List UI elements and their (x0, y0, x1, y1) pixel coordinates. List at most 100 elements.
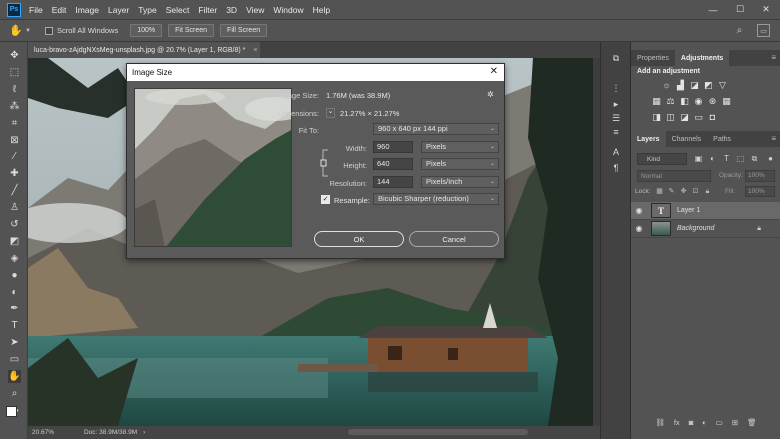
paragraph-panel-icon[interactable]: ¶ (610, 162, 622, 174)
pen-tool-icon[interactable]: ✒ (8, 302, 21, 315)
fill-input[interactable]: 100% (745, 186, 775, 197)
history-brush-tool-icon[interactable]: ↺ (8, 218, 21, 231)
new-layer-icon[interactable]: ⊞ (732, 418, 738, 427)
fill-screen-button[interactable]: Fill Screen (220, 24, 268, 37)
layer-kind-filter[interactable]: Kind (637, 153, 687, 165)
tool-preset-caret-icon[interactable]: ▼ (25, 28, 31, 34)
menu-window[interactable]: Window (273, 5, 303, 15)
character-panel-icon[interactable]: A (610, 146, 622, 158)
black-white-icon[interactable]: ◧ (679, 96, 690, 107)
horizontal-scrollbar[interactable] (348, 429, 528, 435)
new-group-icon[interactable]: ▭ (716, 418, 723, 427)
tab-layers[interactable]: Layers (631, 131, 666, 147)
visibility-eye-icon[interactable]: ◉ (631, 224, 647, 233)
brush-settings-icon[interactable]: ⋮ (610, 82, 622, 94)
photo-filter-icon[interactable]: ◉ (693, 96, 704, 107)
document-tab[interactable]: luca-bravo-zAjdgNXsMeg-unsplash.jpg @ 20… (28, 42, 260, 58)
menu-help[interactable]: Help (313, 5, 330, 15)
zoom-100-button[interactable]: 100% (130, 24, 163, 37)
blend-mode-select[interactable]: Normal (637, 170, 711, 182)
lasso-tool-icon[interactable]: ℓ (8, 83, 21, 96)
resolution-input[interactable]: 144 (373, 176, 413, 188)
eyedropper-tool-icon[interactable]: ⁄ (8, 150, 21, 163)
panel-menu-icon[interactable]: ≡ (771, 53, 776, 62)
menu-file[interactable]: File (29, 5, 43, 15)
history-panel-icon[interactable]: ⧉ (610, 52, 622, 64)
hand-tool-active-icon[interactable]: ✋ (8, 370, 21, 383)
healing-brush-tool-icon[interactable]: ✚ (8, 167, 21, 180)
layers-panel-menu-icon[interactable]: ≡ (771, 134, 776, 143)
vibrance-icon[interactable]: ▽ (717, 80, 728, 91)
selective-color-icon[interactable]: ◘ (707, 112, 718, 123)
menu-edit[interactable]: Edit (52, 5, 67, 15)
workspace-icon[interactable]: ▭ (757, 24, 770, 37)
link-layers-icon[interactable]: ⛓ (655, 418, 665, 427)
lock-position-icon[interactable]: ✥ (679, 187, 688, 196)
tab-channels[interactable]: Channels (666, 131, 708, 147)
lock-artboard-icon[interactable]: ⊡ (691, 187, 700, 196)
actions-panel-icon[interactable]: ▸ (610, 98, 622, 110)
filter-pixel-icon[interactable]: ▣ (693, 153, 704, 164)
width-input[interactable]: 960 (373, 141, 413, 153)
frame-tool-icon[interactable]: ⊠ (8, 134, 21, 147)
menu-image[interactable]: Image (75, 5, 99, 15)
resolution-unit-select[interactable]: Pixels/Inch ⌄ (421, 176, 499, 188)
filter-shape-icon[interactable]: ⬚ (735, 153, 746, 164)
menu-filter[interactable]: Filter (198, 5, 217, 15)
menu-3d[interactable]: 3D (226, 5, 237, 15)
crop-tool-icon[interactable]: ⌗ (8, 117, 21, 130)
ok-button[interactable]: OK (314, 231, 404, 247)
resample-checkbox[interactable]: ✓ (321, 195, 330, 204)
filter-adjustment-icon[interactable]: ◐ (707, 153, 718, 164)
status-menu-arrow[interactable]: › (143, 429, 145, 436)
quick-select-tool-icon[interactable]: ⁂ (8, 100, 21, 113)
blur-tool-icon[interactable]: ● (8, 269, 21, 282)
properties-icon[interactable]: ☰ (610, 112, 622, 124)
hand-tool-icon[interactable]: ✋ (9, 24, 23, 38)
clone-stamp-tool-icon[interactable]: ♙ (8, 201, 21, 214)
close-window-button[interactable]: ✕ (753, 0, 779, 19)
filter-type-icon[interactable]: T (721, 153, 732, 164)
tab-properties[interactable]: Properties (631, 50, 675, 66)
lock-all-icon[interactable]: 🔒︎ (703, 187, 712, 196)
foreground-color-swatch[interactable] (6, 406, 17, 417)
opacity-input[interactable]: 100% (745, 170, 775, 182)
color-balance-icon[interactable]: ⚖ (665, 96, 676, 107)
height-input[interactable]: 640 (373, 158, 413, 170)
width-unit-select[interactable]: Pixels ⌄ (421, 141, 499, 153)
type-tool-icon[interactable]: T (8, 319, 21, 332)
vertical-scrollbar[interactable] (593, 58, 600, 426)
menu-view[interactable]: View (246, 5, 264, 15)
hue-saturation-icon[interactable]: ▦ (651, 96, 662, 107)
marquee-tool-icon[interactable]: ⬚ (8, 66, 21, 79)
add-mask-icon[interactable]: ◙ (689, 418, 694, 427)
tab-adjustments[interactable]: Adjustments (674, 50, 730, 66)
filter-toggle-icon[interactable]: ● (765, 153, 776, 164)
minimize-button[interactable]: — (700, 0, 726, 19)
fit-to-select[interactable]: 960 x 640 px 144 ppi ⌄ (373, 123, 499, 135)
rectangle-tool-icon[interactable]: ▭ (8, 353, 21, 366)
color-lookup-icon[interactable]: ▦ (721, 96, 732, 107)
dialog-close-button[interactable]: ✕ (490, 66, 498, 77)
layer-row-layer-1[interactable]: ◉ T Layer 1 (631, 202, 780, 220)
posterize-icon[interactable]: ◫ (665, 112, 676, 123)
tool-presets-icon[interactable]: ≡ (610, 126, 622, 138)
resample-method-select[interactable]: Bicubic Sharper (reduction) ⌄ (373, 193, 499, 205)
brightness-contrast-icon[interactable]: ☼ (661, 80, 672, 91)
zoom-tool-icon[interactable]: ⌕ (8, 387, 21, 400)
tab-paths[interactable]: Paths (707, 131, 737, 147)
path-selection-tool-icon[interactable]: ➤ (8, 336, 21, 349)
delete-layer-icon[interactable]: 🗑︎ (747, 418, 757, 427)
zoom-level[interactable]: 20.67% (32, 429, 76, 436)
layer-row-background[interactable]: ◉ Background 🔒︎ (631, 220, 780, 238)
paint-bucket-tool-icon[interactable]: ◈ (8, 252, 21, 265)
lock-transparent-icon[interactable]: ▦ (655, 187, 664, 196)
lock-image-icon[interactable]: ✎ (667, 187, 676, 196)
scroll-all-windows-checkbox[interactable] (44, 26, 53, 35)
visibility-eye-icon[interactable]: ◉ (631, 206, 647, 215)
fit-screen-button[interactable]: Fit Screen (168, 24, 215, 37)
move-tool-icon[interactable]: ✥ (8, 49, 21, 62)
invert-icon[interactable]: ◨ (651, 112, 662, 123)
dimensions-unit-dropdown[interactable]: ⌄ (326, 108, 335, 118)
dodge-tool-icon[interactable]: ◐ (8, 286, 21, 299)
